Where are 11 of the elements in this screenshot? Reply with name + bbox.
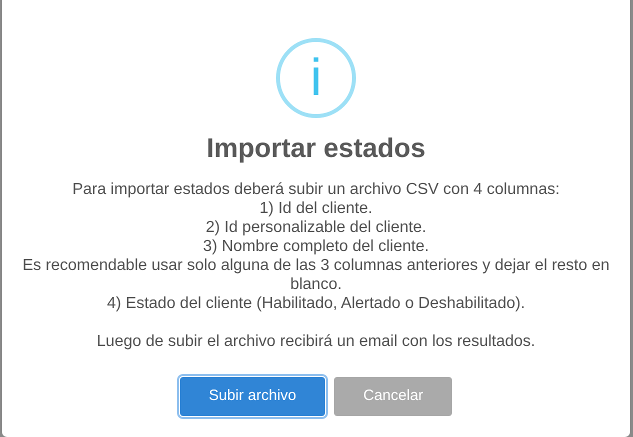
info-icon: i: [276, 38, 356, 118]
dialog-title: Importar estados: [206, 132, 426, 165]
cancel-button[interactable]: Cancelar: [334, 377, 452, 416]
upload-button[interactable]: Subir archivo: [180, 377, 326, 416]
instruction-line: 4) Estado del cliente (Habilitado, Alertado o Deshabilitado).: [106, 294, 526, 313]
instruction-line: Para importar estados deberá subir un archivo CSV con 4 columnas:: [72, 180, 560, 199]
instruction-line: 2) Id personalizable del cliente.: [206, 218, 426, 237]
note-text: Luego de subir el archivo recibirá un email con los resultados.: [96, 332, 536, 351]
instruction-line: 1) Id del cliente.: [260, 199, 372, 218]
instruction-line: Es recomendable usar solo alguna de las 3 columnas anteriores y dejar el resto en blanco.: [22, 256, 610, 294]
instruction-line: 3) Nombre completo del cliente.: [203, 237, 429, 256]
